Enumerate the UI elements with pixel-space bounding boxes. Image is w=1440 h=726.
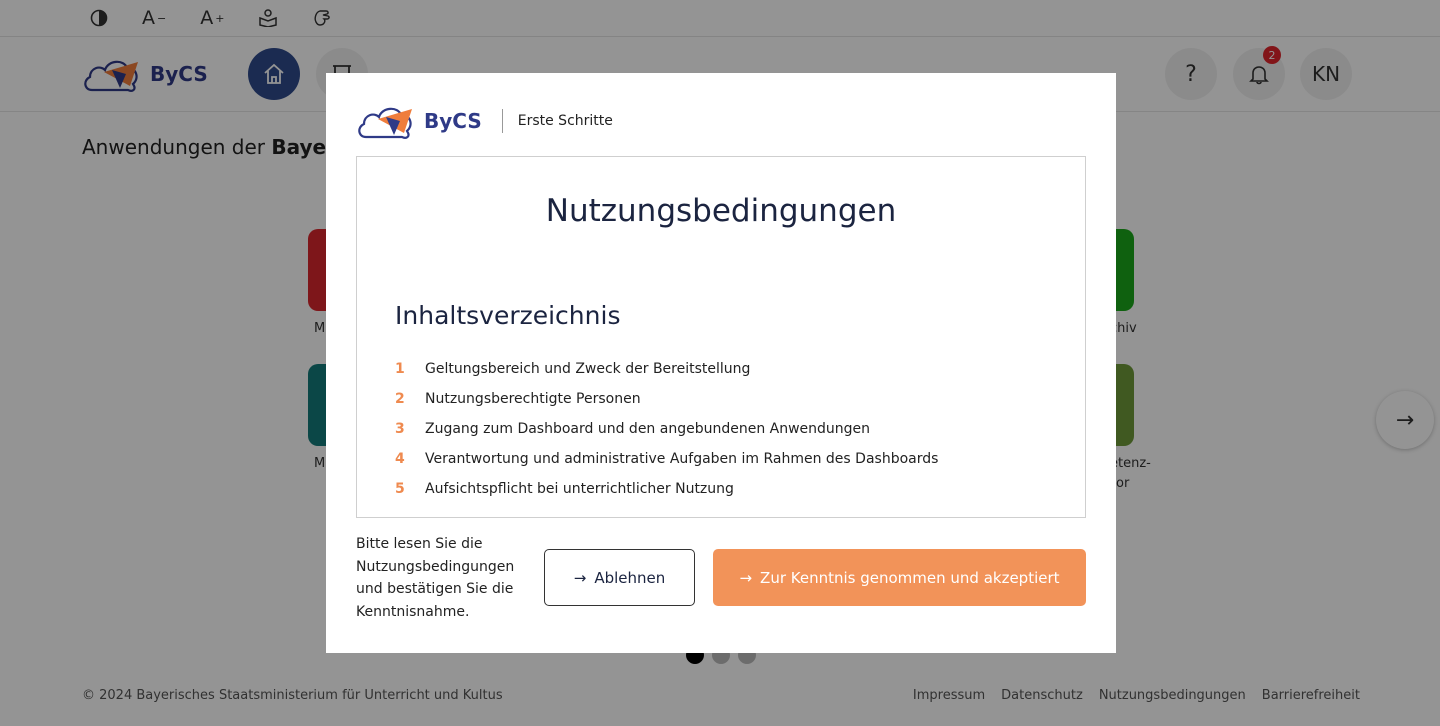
toc-list: 1 Geltungsbereich und Zweck der Bereitste… xyxy=(395,361,938,511)
toc-item[interactable]: 3 Zugang zum Dashboard und den angebunden… xyxy=(395,421,938,451)
toc-item[interactable]: 2 Nutzungsberechtigte Personen xyxy=(395,391,938,421)
toc-number: 5 xyxy=(395,481,405,497)
toc-text: Geltungsbereich und Zweck der Bereitstel… xyxy=(425,361,751,377)
decline-label: Ablehnen xyxy=(594,568,666,587)
toc-title: Inhaltsverzeichnis xyxy=(395,301,621,330)
toc-item[interactable]: 5 Aufsichtspflicht bei unterrichtlicher N… xyxy=(395,481,938,511)
toc-number: 1 xyxy=(395,361,405,377)
toc-text: Nutzungsberechtigte Personen xyxy=(425,391,641,407)
header-separator xyxy=(501,109,503,133)
toc-text: Aufsichtspflicht bei unterrichtlicher Nu… xyxy=(425,481,734,497)
toc-text: Zugang zum Dashboard und den angebundene… xyxy=(425,421,871,437)
accept-label: Zur Kenntnis genommen und akzeptiert xyxy=(760,568,1060,587)
decline-button[interactable]: → Ablehnen xyxy=(544,549,695,606)
toc-number: 3 xyxy=(395,421,405,437)
toc-item[interactable]: 1 Geltungsbereich und Zweck der Bereitste… xyxy=(395,361,938,391)
arrow-right-icon: → xyxy=(573,568,587,587)
modal-subtitle: Erste Schritte xyxy=(517,113,613,129)
toc-text: Verantwortung und administrative Aufgabe… xyxy=(425,451,939,467)
confirmation-notice: Bitte lesen Sie die Nutzungsbedingungen … xyxy=(356,536,515,620)
modal-header: ByCS Erste Schritte xyxy=(356,101,613,141)
modal-logo-text: ByCS xyxy=(424,109,482,133)
accept-button[interactable]: → Zur Kenntnis genommen und akzeptiert xyxy=(713,549,1086,606)
bycs-cloud-icon xyxy=(358,107,412,139)
terms-title: Nutzungsbedingungen xyxy=(545,193,897,229)
terms-scroll-area[interactable]: Nutzungsbedingungen Inhaltsverzeichnis 1… xyxy=(356,156,1086,518)
toc-number: 2 xyxy=(395,391,405,407)
toc-item[interactable]: 4 Verantwortung und administrative Aufgab… xyxy=(395,451,938,481)
toc-number: 4 xyxy=(395,451,405,467)
arrow-right-icon: → xyxy=(739,568,753,587)
terms-modal: ByCS Erste Schritte Nutzungsbedingungen … xyxy=(326,73,1116,653)
